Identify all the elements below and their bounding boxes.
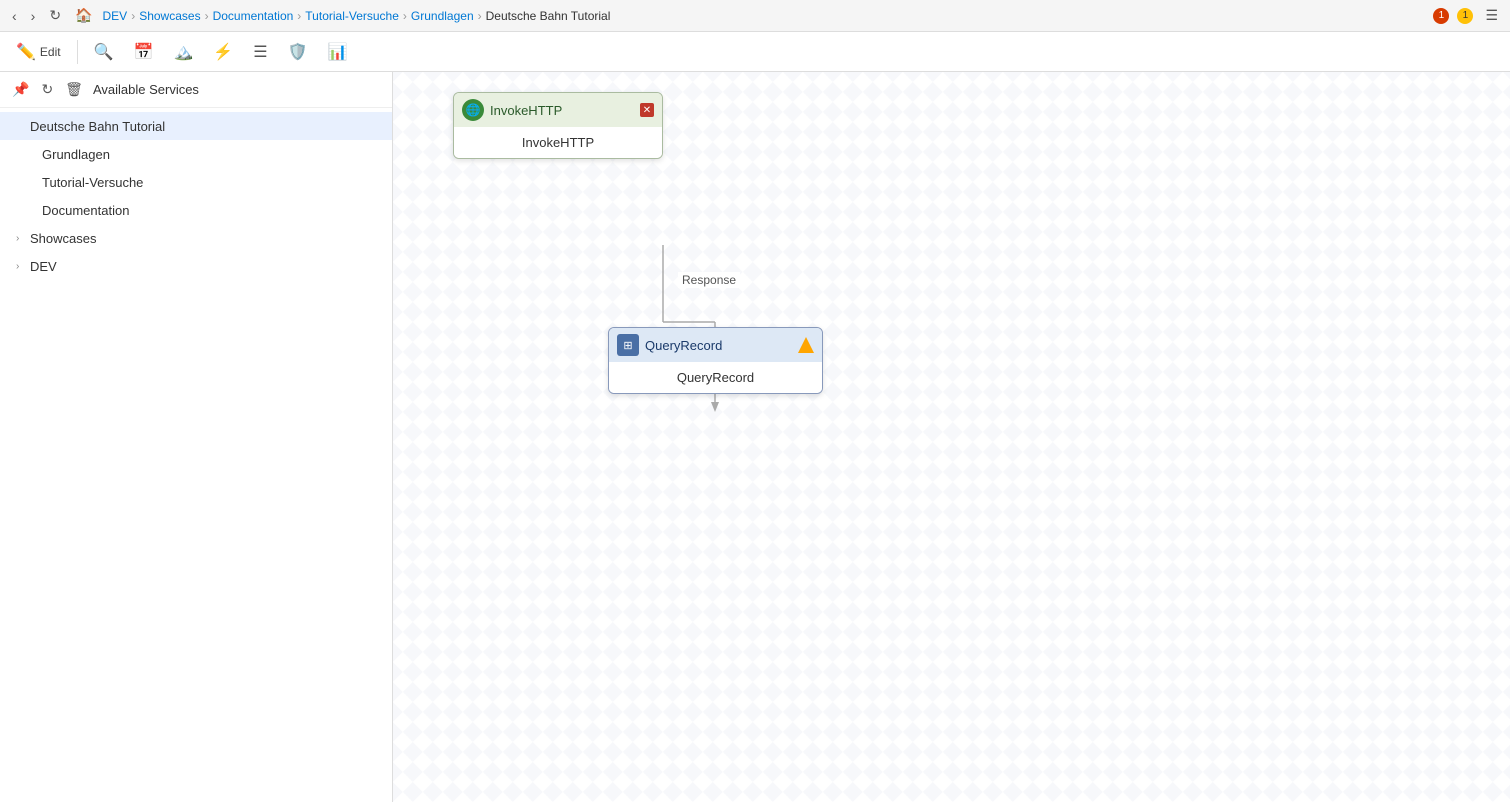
flow-icon: ⚡ (213, 42, 233, 62)
list-icon: ☰ (253, 42, 267, 62)
edge-label: Response (678, 272, 740, 288)
sidebar-item-deutsche-bahn-tutorial[interactable]: Deutsche Bahn Tutorial + (0, 112, 392, 140)
query-record-header-label: QueryRecord (645, 338, 722, 353)
list-button[interactable]: ☰ (245, 38, 275, 66)
sidebar-pin-button[interactable]: 📌 (10, 79, 31, 100)
toolbar: ✏️ Edit 🔍 📅 🏔️ ⚡ ☰ 🛡️ 📊 (0, 32, 1510, 72)
reload-button[interactable]: ↻ (45, 5, 65, 26)
search-button[interactable]: 🔍 (86, 38, 122, 66)
breadcrumb-documentation[interactable]: Documentation (213, 9, 294, 23)
warning-triangle-icon (798, 337, 814, 353)
home-button[interactable]: 🏠 (71, 5, 96, 26)
sidebar-tree: Deutsche Bahn Tutorial + Grundlagen + Tu… (0, 108, 392, 802)
calendar-button[interactable]: 📅 (126, 38, 162, 66)
sidebar-item-grundlagen[interactable]: Grundlagen + (0, 140, 392, 168)
nav-back-button[interactable]: ‹ (8, 6, 21, 26)
query-record-body-label: QueryRecord (677, 370, 754, 385)
query-record-body: QueryRecord (609, 362, 822, 393)
invoke-http-node[interactable]: 🌐 InvokeHTTP ✕ InvokeHTTP (453, 92, 663, 159)
top-bar-left: ‹ › ↻ 🏠 DEV › Showcases › Documentation … (8, 5, 1427, 26)
query-record-node[interactable]: ⊞ QueryRecord QueryRecord (608, 327, 823, 394)
sidebar-item-showcases[interactable]: › Showcases + (0, 224, 392, 252)
layers-button[interactable]: 🏔️ (165, 38, 201, 66)
chart-button[interactable]: 📊 (320, 38, 356, 66)
chevron-right-icon: › (16, 233, 26, 244)
sidebar-item-label: DEV (30, 259, 373, 274)
invoke-http-body: InvokeHTTP (454, 127, 662, 158)
sidebar-header-title: Available Services (93, 82, 382, 97)
search-icon: 🔍 (94, 42, 114, 62)
sidebar-item-label: Showcases (30, 231, 373, 246)
invoke-http-icon: 🌐 (462, 99, 484, 121)
toolbar-divider-1 (77, 40, 78, 64)
chevron-right-icon: › (16, 261, 26, 272)
sidebar-item-documentation[interactable]: Documentation + (0, 196, 392, 224)
settings-button[interactable]: ☰ (1481, 5, 1502, 26)
breadcrumb-dev[interactable]: DEV (103, 9, 128, 23)
sidebar-header: 📌 ↻ 🗑 Available Services (0, 72, 392, 108)
nav-forward-button[interactable]: › (27, 6, 40, 26)
chart-icon: 📊 (328, 42, 348, 62)
breadcrumb: DEV › Showcases › Documentation › Tutori… (103, 9, 611, 23)
shield-icon: 🛡️ (288, 42, 308, 62)
breadcrumb-showcases[interactable]: Showcases (139, 9, 200, 23)
calendar-icon: 📅 (134, 42, 154, 62)
breadcrumb-tutorial-versuche[interactable]: Tutorial-Versuche (305, 9, 399, 23)
breadcrumb-grundlagen[interactable]: Grundlagen (411, 9, 474, 23)
badge-error: 1 (1433, 8, 1449, 24)
canvas-area[interactable]: Response 🌐 InvokeHTTP ✕ InvokeHTTP ⊞ Que… (393, 72, 1510, 802)
sidebar-delete-button[interactable]: 🗑 (63, 79, 85, 100)
invoke-http-close-button[interactable]: ✕ (640, 103, 654, 117)
sidebar-refresh-button[interactable]: ↻ (39, 79, 55, 100)
sidebar-item-label: Grundlagen (42, 147, 373, 162)
invoke-http-header-label: InvokeHTTP (490, 103, 562, 118)
edit-icon: ✏️ (16, 42, 36, 62)
sidebar-item-label: Deutsche Bahn Tutorial (30, 119, 373, 134)
sidebar-item-label: Documentation (42, 203, 373, 218)
sidebar-item-tutorial-versuche[interactable]: Tutorial-Versuche + (0, 168, 392, 196)
sidebar-item-label: Tutorial-Versuche (42, 175, 373, 190)
invoke-http-body-label: InvokeHTTP (522, 135, 594, 150)
sidebar-item-dev[interactable]: › DEV + (0, 252, 392, 280)
invoke-http-header: 🌐 InvokeHTTP ✕ (454, 93, 662, 127)
top-bar: ‹ › ↻ 🏠 DEV › Showcases › Documentation … (0, 0, 1510, 32)
query-record-icon: ⊞ (617, 334, 639, 356)
edit-label: Edit (40, 45, 61, 59)
shield-button[interactable]: 🛡️ (280, 38, 316, 66)
badge-warn: 1 (1457, 8, 1473, 24)
edit-button[interactable]: ✏️ Edit (8, 38, 69, 66)
top-bar-right: 1 1 ☰ (1433, 5, 1502, 26)
layers-icon: 🏔️ (173, 42, 193, 62)
flow-button[interactable]: ⚡ (205, 38, 241, 66)
canvas-background (393, 72, 1510, 802)
response-label: Response (682, 273, 736, 287)
breadcrumb-current: Deutsche Bahn Tutorial (486, 9, 611, 23)
sidebar: 📌 ↻ 🗑 Available Services Deutsche Bahn T… (0, 72, 393, 802)
main-layout: 📌 ↻ 🗑 Available Services Deutsche Bahn T… (0, 72, 1510, 802)
query-record-header: ⊞ QueryRecord (609, 328, 822, 362)
